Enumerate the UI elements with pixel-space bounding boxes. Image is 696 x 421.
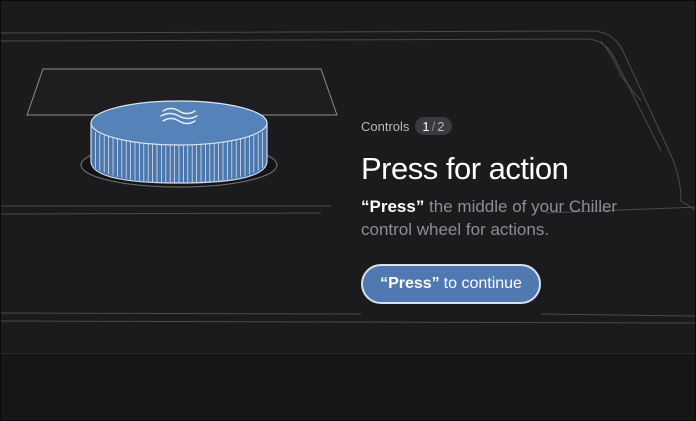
section-label: Controls [361, 118, 410, 134]
continue-button-strong: “Press” [380, 275, 440, 292]
step-current: 1 [422, 118, 430, 134]
continue-button-label: to continue [443, 275, 522, 292]
knob-top [90, 100, 268, 146]
control-wheel-illustration [26, 68, 338, 188]
continue-button[interactable]: “Press” to continue [361, 264, 541, 304]
bottom-panel [1, 353, 695, 420]
step-total: 2 [437, 118, 445, 134]
step-header: Controls 1 / 2 [361, 115, 681, 137]
instruction-highlight: “Press” [361, 197, 425, 216]
onboarding-screen: Controls 1 / 2 Press for action “Press” … [0, 0, 696, 421]
page-title: Press for action [361, 151, 569, 186]
step-counter-badge: 1 / 2 [415, 117, 452, 135]
step-separator: / [431, 118, 436, 134]
content-panel: Controls 1 / 2 Press for action “Press” … [361, 115, 681, 304]
instruction-text: “Press” the middle of your Chiller contr… [361, 195, 661, 241]
